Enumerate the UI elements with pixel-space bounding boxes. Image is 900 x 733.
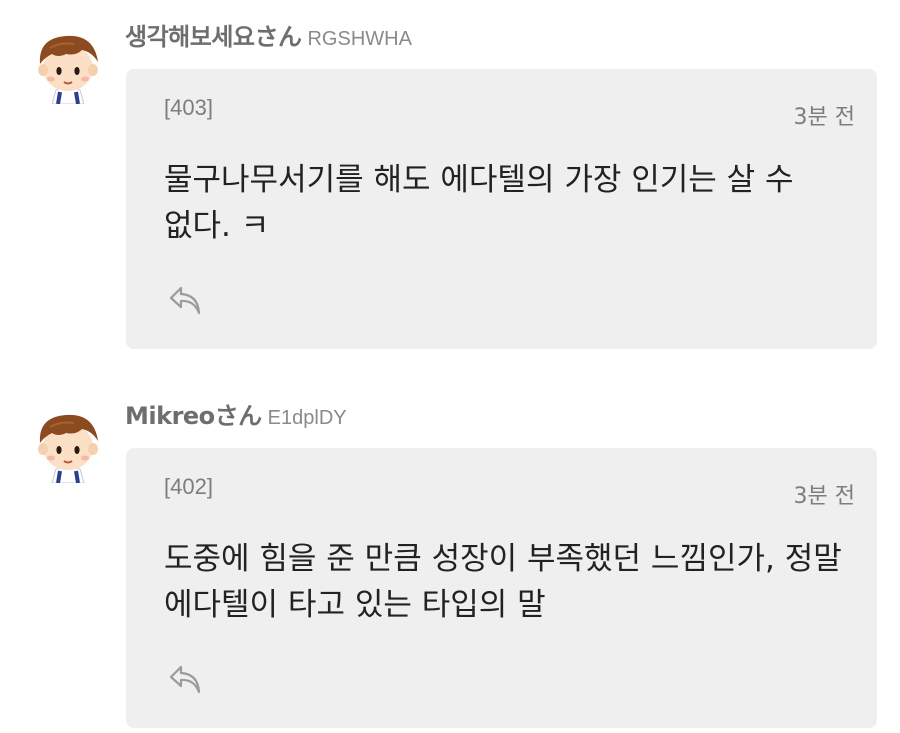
comment-number: [402] [164,474,213,499]
comment-number: [403] [164,95,213,120]
comment-header: Mikreoさん E1dplDY [125,401,347,431]
comment-timestamp: 3분 전 [793,105,855,130]
boy-avatar-icon[interactable] [30,28,106,104]
comment-text: 도중에 힘을 준 만큼 성장이 부족했던 느낌인가, 정말 에다텔이 타고 있는… [164,541,842,623]
user-id: RGSHWHA [307,28,412,50]
reply-arrow-icon[interactable] [166,281,206,321]
user-id: E1dplDY [267,407,347,429]
comment-bubble: [403] 3분 전 물구나무서기를 해도 에다텔의 가장 인기는 살 수 없다… [126,69,877,349]
comment-header: 생각해보세요さん RGSHWHA [125,22,412,52]
comment-timestamp: 3분 전 [793,484,855,509]
boy-avatar-icon[interactable] [30,407,106,483]
reply-arrow-icon[interactable] [166,660,206,700]
comment-text: 물구나무서기를 해도 에다텔의 가장 인기는 살 수 없다. ㅋ [164,162,794,244]
author-name[interactable]: Mikreoさん [125,402,262,430]
author-name[interactable]: 생각해보세요さん [125,23,302,51]
comment-bubble: [402] 3분 전 도중에 힘을 준 만큼 성장이 부족했던 느낌인가, 정말… [126,448,877,728]
